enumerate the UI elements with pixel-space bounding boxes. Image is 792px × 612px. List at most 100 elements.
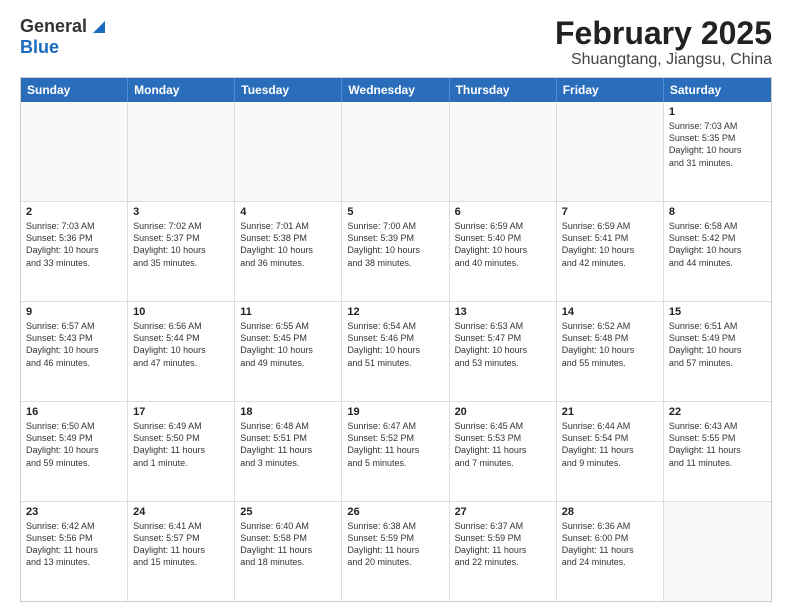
day-number: 5 [347,206,443,218]
day-number: 7 [562,206,658,218]
calendar-cell-empty-2 [235,102,342,201]
day-info: Sunrise: 7:01 AM Sunset: 5:38 PM Dayligh… [240,220,336,269]
calendar-cell-7: 7 Sunrise: 6:59 AM Sunset: 5:41 PM Daylig… [557,202,664,301]
day-info: Sunrise: 6:47 AM Sunset: 5:52 PM Dayligh… [347,420,443,469]
day-number: 20 [455,406,551,418]
calendar-cell-8: 8 Sunrise: 6:58 AM Sunset: 5:42 PM Daylig… [664,202,771,301]
day-info: Sunrise: 7:02 AM Sunset: 5:37 PM Dayligh… [133,220,229,269]
calendar-cell-5: 5Sunrise: 7:00 AM Sunset: 5:39 PM Daylig… [342,202,449,301]
day-number: 27 [455,506,551,518]
day-number: 10 [133,306,229,318]
day-number: 26 [347,506,443,518]
day-info: Sunrise: 6:44 AM Sunset: 5:54 PM Dayligh… [562,420,658,469]
day-number: 21 [562,406,658,418]
header: General Blue February 2025 Shuangtang, J… [20,16,772,69]
day-number: 11 [240,306,336,318]
calendar-cell-24: 24 Sunrise: 6:41 AM Sunset: 5:57 PM Dayli… [128,502,235,601]
day-number: 24 [133,506,229,518]
calendar-cell-9: 9 Sunrise: 6:57 AM Sunset: 5:43 PM Daylig… [21,302,128,401]
day-number: 1 [669,106,766,118]
weekday-header-saturday: Saturday [664,78,771,102]
day-info: Sunrise: 6:42 AM Sunset: 5:56 PM Dayligh… [26,520,122,569]
day-number: 4 [240,206,336,218]
calendar-cell-16: 16 Sunrise: 6:50 AM Sunset: 5:49 PM Dayli… [21,402,128,501]
calendar-cell-17: 17 Sunrise: 6:49 AM Sunset: 5:50 PM Dayli… [128,402,235,501]
calendar-cell-empty-0 [21,102,128,201]
calendar-cell-27: 27Sunrise: 6:37 AM Sunset: 5:59 PM Dayli… [450,502,557,601]
day-info: Sunrise: 6:59 AM Sunset: 5:40 PM Dayligh… [455,220,551,269]
calendar-cell-23: 23 Sunrise: 6:42 AM Sunset: 5:56 PM Dayli… [21,502,128,601]
weekday-header-monday: Monday [128,78,235,102]
day-info: Sunrise: 6:52 AM Sunset: 5:48 PM Dayligh… [562,320,658,369]
day-info: Sunrise: 6:51 AM Sunset: 5:49 PM Dayligh… [669,320,766,369]
calendar-cell-empty-6 [664,502,771,601]
calendar-cell-25: 25Sunrise: 6:40 AM Sunset: 5:58 PM Dayli… [235,502,342,601]
day-info: Sunrise: 6:55 AM Sunset: 5:45 PM Dayligh… [240,320,336,369]
calendar-cell-14: 14 Sunrise: 6:52 AM Sunset: 5:48 PM Dayli… [557,302,664,401]
day-info: Sunrise: 6:45 AM Sunset: 5:53 PM Dayligh… [455,420,551,469]
title-block: February 2025 Shuangtang, Jiangsu, China [555,16,772,69]
calendar-cell-1: 1 Sunrise: 7:03 AM Sunset: 5:35 PM Daylig… [664,102,771,201]
day-info: Sunrise: 6:43 AM Sunset: 5:55 PM Dayligh… [669,420,766,469]
calendar-cell-15: 15 Sunrise: 6:51 AM Sunset: 5:49 PM Dayli… [664,302,771,401]
calendar-cell-13: 13 Sunrise: 6:53 AM Sunset: 5:47 PM Dayli… [450,302,557,401]
calendar-row-3: 16 Sunrise: 6:50 AM Sunset: 5:49 PM Dayli… [21,402,771,502]
day-number: 15 [669,306,766,318]
logo: General Blue [20,16,109,58]
day-number: 14 [562,306,658,318]
logo-triangle-icon [89,17,109,37]
day-info: Sunrise: 6:53 AM Sunset: 5:47 PM Dayligh… [455,320,551,369]
weekday-header-sunday: Sunday [21,78,128,102]
day-info: Sunrise: 6:41 AM Sunset: 5:57 PM Dayligh… [133,520,229,569]
weekday-header-friday: Friday [557,78,664,102]
day-number: 23 [26,506,122,518]
calendar-cell-6: 6 Sunrise: 6:59 AM Sunset: 5:40 PM Daylig… [450,202,557,301]
day-number: 8 [669,206,766,218]
day-info: Sunrise: 7:03 AM Sunset: 5:35 PM Dayligh… [669,120,766,169]
logo-general-text: General [20,16,87,37]
calendar-cell-2: 2 Sunrise: 7:03 AM Sunset: 5:36 PM Daylig… [21,202,128,301]
calendar-row-0: 1 Sunrise: 7:03 AM Sunset: 5:35 PM Daylig… [21,102,771,202]
day-number: 16 [26,406,122,418]
weekday-header-tuesday: Tuesday [235,78,342,102]
day-number: 2 [26,206,122,218]
calendar-cell-28: 28 Sunrise: 6:36 AM Sunset: 6:00 PM Dayli… [557,502,664,601]
calendar-cell-empty-4 [450,102,557,201]
day-info: Sunrise: 6:50 AM Sunset: 5:49 PM Dayligh… [26,420,122,469]
day-info: Sunrise: 6:58 AM Sunset: 5:42 PM Dayligh… [669,220,766,269]
day-info: Sunrise: 6:48 AM Sunset: 5:51 PM Dayligh… [240,420,336,469]
calendar-cell-21: 21 Sunrise: 6:44 AM Sunset: 5:54 PM Dayli… [557,402,664,501]
calendar-row-1: 2 Sunrise: 7:03 AM Sunset: 5:36 PM Daylig… [21,202,771,302]
day-info: Sunrise: 6:56 AM Sunset: 5:44 PM Dayligh… [133,320,229,369]
calendar-cell-4: 4 Sunrise: 7:01 AM Sunset: 5:38 PM Daylig… [235,202,342,301]
calendar-cell-10: 10 Sunrise: 6:56 AM Sunset: 5:44 PM Dayli… [128,302,235,401]
calendar-header: SundayMondayTuesdayWednesdayThursdayFrid… [21,78,771,102]
day-info: Sunrise: 7:03 AM Sunset: 5:36 PM Dayligh… [26,220,122,269]
calendar-cell-empty-5 [557,102,664,201]
calendar-cell-empty-1 [128,102,235,201]
day-number: 19 [347,406,443,418]
calendar-row-4: 23 Sunrise: 6:42 AM Sunset: 5:56 PM Dayli… [21,502,771,601]
day-info: Sunrise: 6:57 AM Sunset: 5:43 PM Dayligh… [26,320,122,369]
calendar-cell-18: 18 Sunrise: 6:48 AM Sunset: 5:51 PM Dayli… [235,402,342,501]
day-info: Sunrise: 6:59 AM Sunset: 5:41 PM Dayligh… [562,220,658,269]
day-info: Sunrise: 6:49 AM Sunset: 5:50 PM Dayligh… [133,420,229,469]
day-number: 12 [347,306,443,318]
day-number: 9 [26,306,122,318]
day-number: 28 [562,506,658,518]
calendar-cell-12: 12Sunrise: 6:54 AM Sunset: 5:46 PM Dayli… [342,302,449,401]
day-number: 13 [455,306,551,318]
day-number: 22 [669,406,766,418]
calendar-cell-empty-3 [342,102,449,201]
calendar: SundayMondayTuesdayWednesdayThursdayFrid… [20,77,772,602]
calendar-cell-19: 19 Sunrise: 6:47 AM Sunset: 5:52 PM Dayli… [342,402,449,501]
day-number: 3 [133,206,229,218]
calendar-body: 1 Sunrise: 7:03 AM Sunset: 5:35 PM Daylig… [21,102,771,601]
day-number: 18 [240,406,336,418]
calendar-cell-11: 11 Sunrise: 6:55 AM Sunset: 5:45 PM Dayli… [235,302,342,401]
day-number: 6 [455,206,551,218]
weekday-header-wednesday: Wednesday [342,78,449,102]
day-info: Sunrise: 6:36 AM Sunset: 6:00 PM Dayligh… [562,520,658,569]
day-number: 17 [133,406,229,418]
weekday-header-thursday: Thursday [450,78,557,102]
